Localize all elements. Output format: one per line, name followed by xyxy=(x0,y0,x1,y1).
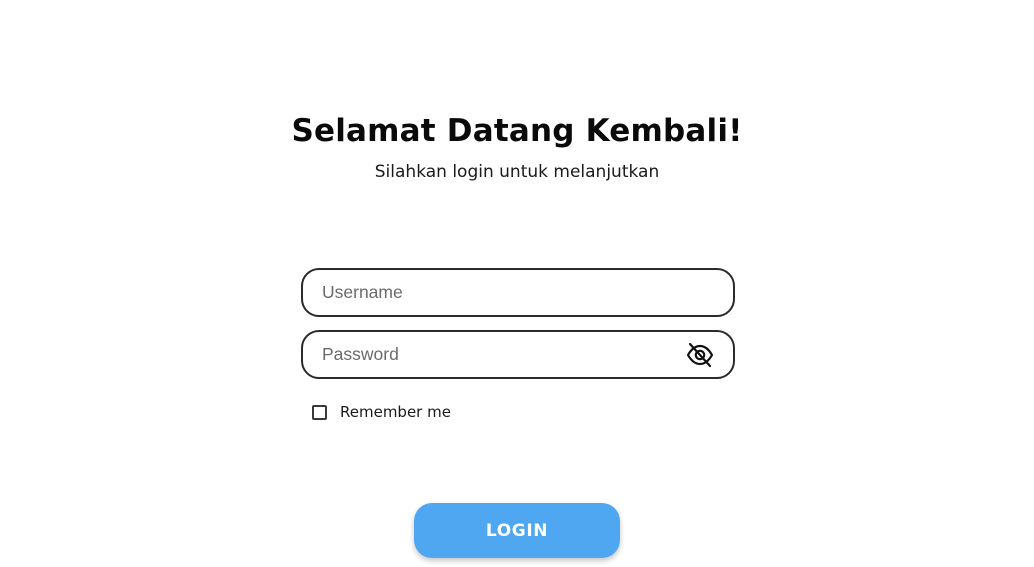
remember-me-checkbox[interactable] xyxy=(312,404,327,420)
login-button[interactable]: LOGIN xyxy=(414,503,620,558)
page-title: Selamat Datang Kembali! xyxy=(291,113,743,149)
username-field-container xyxy=(301,268,735,317)
username-input[interactable] xyxy=(322,270,672,315)
password-input[interactable] xyxy=(322,332,672,377)
remember-me-row: Remember me xyxy=(312,401,451,423)
password-field-container xyxy=(301,330,735,379)
eye-slash-icon[interactable] xyxy=(686,342,714,368)
page-subtitle: Silahkan login untuk melanjutkan xyxy=(374,162,660,182)
remember-me-label[interactable]: Remember me xyxy=(340,403,451,421)
